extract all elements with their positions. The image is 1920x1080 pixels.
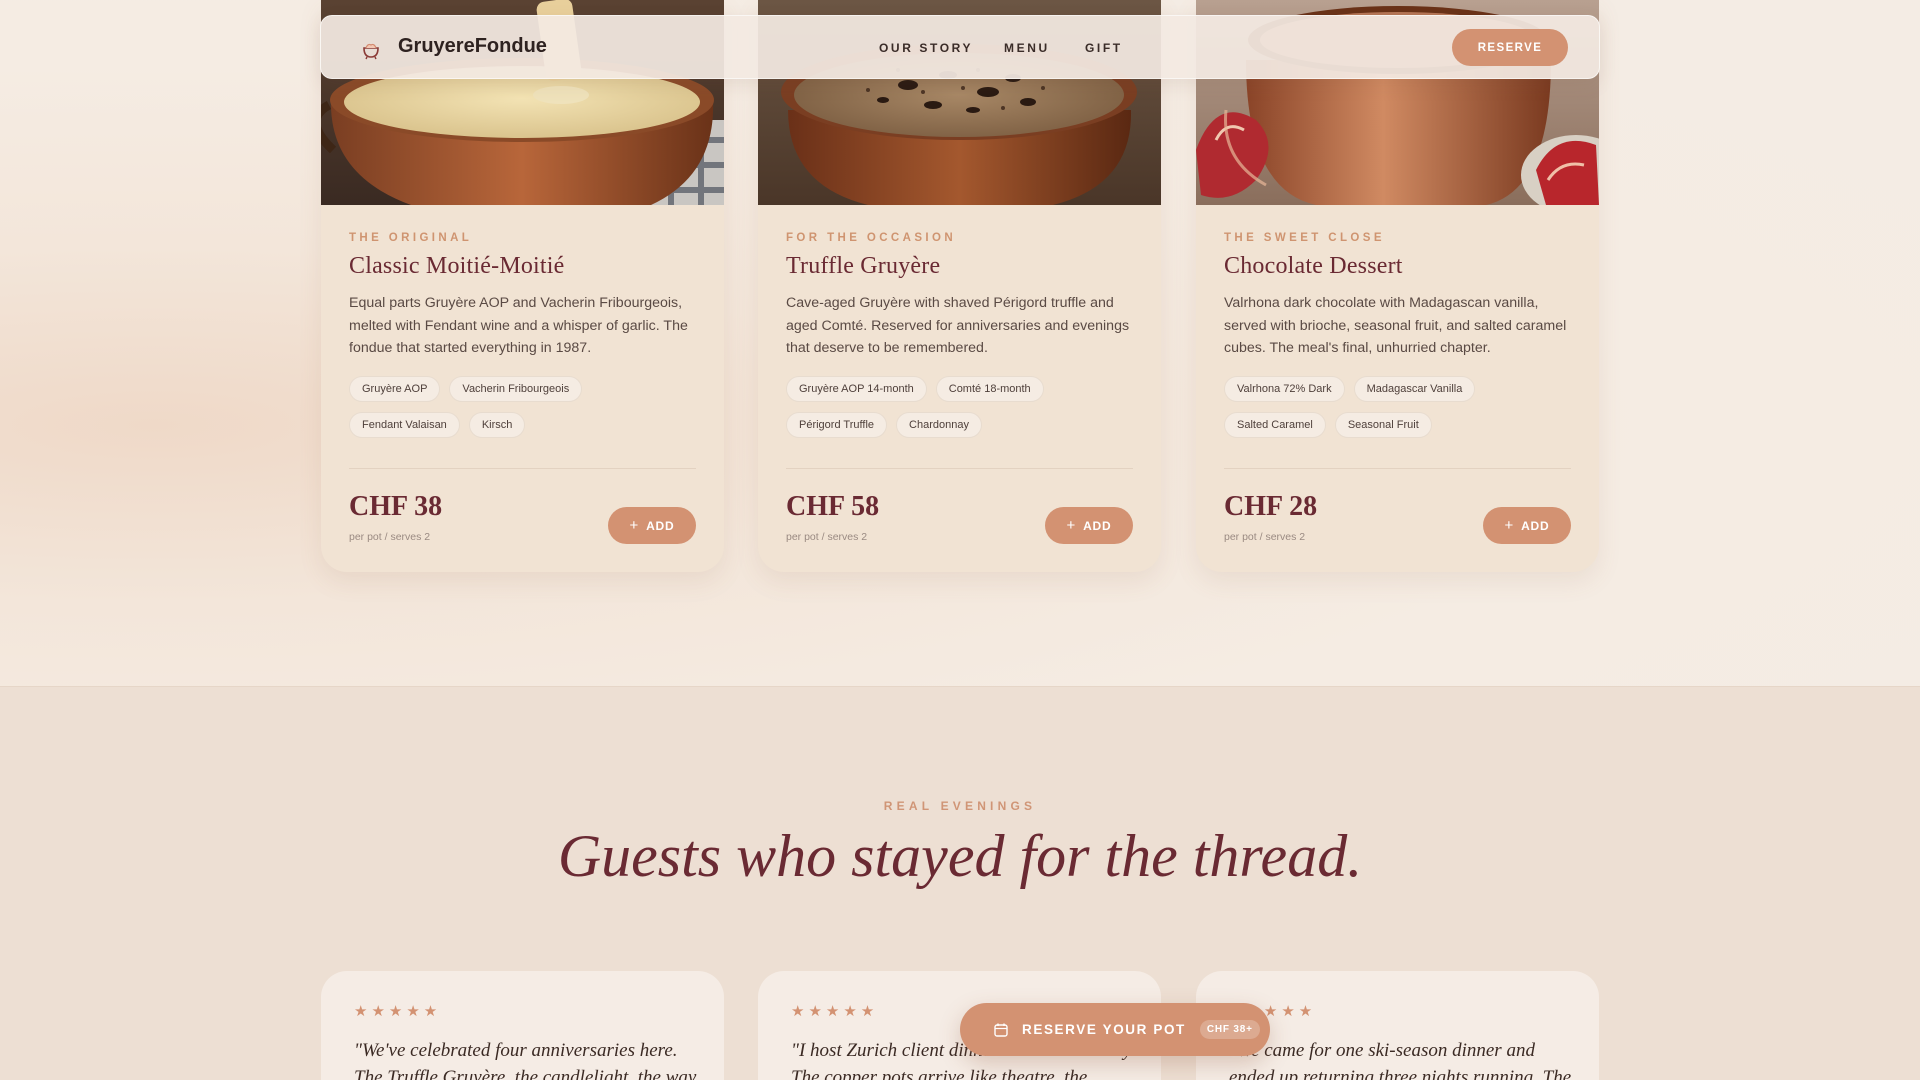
card-divider <box>786 468 1133 469</box>
calendar-icon <box>994 1023 1008 1037</box>
fondue-pot-icon <box>363 43 379 60</box>
plus-icon: + <box>629 517 640 534</box>
ingredient-tag: Chardonnay <box>896 411 982 438</box>
card-description: Equal parts Gruyère AOP and Vacherin Fri… <box>349 295 688 356</box>
ingredient-tags: Gruyère AOP Vacherin Fribourgeois Fendan… <box>349 375 696 438</box>
cta-label: RESERVE YOUR POT <box>1022 1022 1186 1037</box>
reserve-your-pot-button[interactable]: RESERVE YOUR POT CHF 38+ <box>960 1003 1270 1056</box>
card-per-note: per pot / serves 2 <box>786 531 868 543</box>
ingredient-tags: Valrhona 72% Dark Madagascar Vanilla Sal… <box>1224 375 1571 438</box>
ingredient-tags: Gruyère AOP 14-month Comté 18-month Péri… <box>786 375 1133 438</box>
ingredient-tag: Gruyère AOP 14-month <box>786 375 927 402</box>
star-icon: ★★★★★ <box>354 1003 442 1020</box>
brand-name[interactable]: GruyereFondue <box>398 35 547 58</box>
card-divider <box>349 468 696 469</box>
section-title: Guests who stayed for the thread. <box>557 823 1363 889</box>
plus-icon: + <box>1504 517 1515 534</box>
menu-card-classic: THE ORIGINAL Classic Moitié-Moitié Equal… <box>321 0 724 572</box>
card-per-note: per pot / serves 2 <box>349 531 431 543</box>
ingredient-tag: Fendant Valaisan <box>349 411 460 438</box>
ingredient-tag: Vacherin Fribourgeois <box>449 375 583 402</box>
card-eyebrow: THE SWEET CLOSE <box>1224 232 1385 244</box>
ingredient-tag: Kirsch <box>468 411 526 438</box>
star-rating: ★★★★★ <box>354 1002 441 1020</box>
add-button-label: ADD <box>646 518 675 533</box>
testimonial-quote: "We've celebrated four anniversaries her… <box>354 1040 697 1080</box>
reserve-button[interactable]: RESERVE <box>1452 29 1568 66</box>
card-title: Chocolate Dessert <box>1224 253 1403 279</box>
testimonial-quote: "We came for one ski-season dinner and e… <box>1229 1040 1572 1080</box>
add-to-order-button[interactable]: + ADD <box>1483 507 1571 544</box>
card-eyebrow: FOR THE OCCASION <box>786 232 957 244</box>
price-badge: CHF 38+ <box>1199 1020 1260 1039</box>
card-price: CHF 58 <box>786 491 880 522</box>
card-title: Truffle Gruyère <box>786 253 941 279</box>
card-title: Classic Moitié-Moitié <box>349 253 565 279</box>
menu-card-chocolate: THE SWEET CLOSE Chocolate Dessert Valrho… <box>1196 0 1599 572</box>
card-divider <box>1224 468 1571 469</box>
nav-link-gift[interactable]: GIFT <box>1085 41 1123 55</box>
ingredient-tag: Salted Caramel <box>1224 411 1326 438</box>
section-eyebrow: REAL EVENINGS <box>883 799 1037 813</box>
card-price: CHF 38 <box>349 491 443 522</box>
add-to-order-button[interactable]: + ADD <box>608 507 696 544</box>
plus-icon: + <box>1066 517 1077 534</box>
card-description: Cave-aged Gruyère with shaved Périgord t… <box>786 295 1130 356</box>
nav-link-menu[interactable]: MENU <box>1004 41 1050 55</box>
card-description: Valrhona dark chocolate with Madagascan … <box>1224 295 1567 356</box>
ingredient-tag: Valrhona 72% Dark <box>1224 375 1345 402</box>
add-to-order-button[interactable]: + ADD <box>1045 507 1133 544</box>
card-per-note: per pot / serves 2 <box>1224 531 1306 543</box>
ingredient-tag: Périgord Truffle <box>786 411 888 438</box>
ingredient-tag: Comté 18-month <box>935 375 1044 402</box>
ingredient-tag: Madagascar Vanilla <box>1353 375 1476 402</box>
card-price: CHF 28 <box>1224 491 1318 522</box>
ingredient-tag: Seasonal Fruit <box>1334 411 1432 438</box>
testimonial-card: ★★★★★ "We've celebrated four anniversari… <box>321 971 724 1080</box>
top-navigation: GruyereFondue OUR STORY MENU GIFT RESERV… <box>320 15 1600 79</box>
card-eyebrow: THE ORIGINAL <box>349 232 473 244</box>
ingredient-tag: Gruyère AOP <box>349 375 441 402</box>
add-button-label: ADD <box>1521 518 1550 533</box>
star-rating: ★★★★★ <box>791 1002 878 1020</box>
menu-card-truffle: FOR THE OCCASION Truffle Gruyère Cave-ag… <box>758 0 1161 572</box>
star-icon: ★★★★★ <box>791 1003 879 1020</box>
nav-link-our-story[interactable]: OUR STORY <box>879 41 973 55</box>
add-button-label: ADD <box>1083 518 1112 533</box>
